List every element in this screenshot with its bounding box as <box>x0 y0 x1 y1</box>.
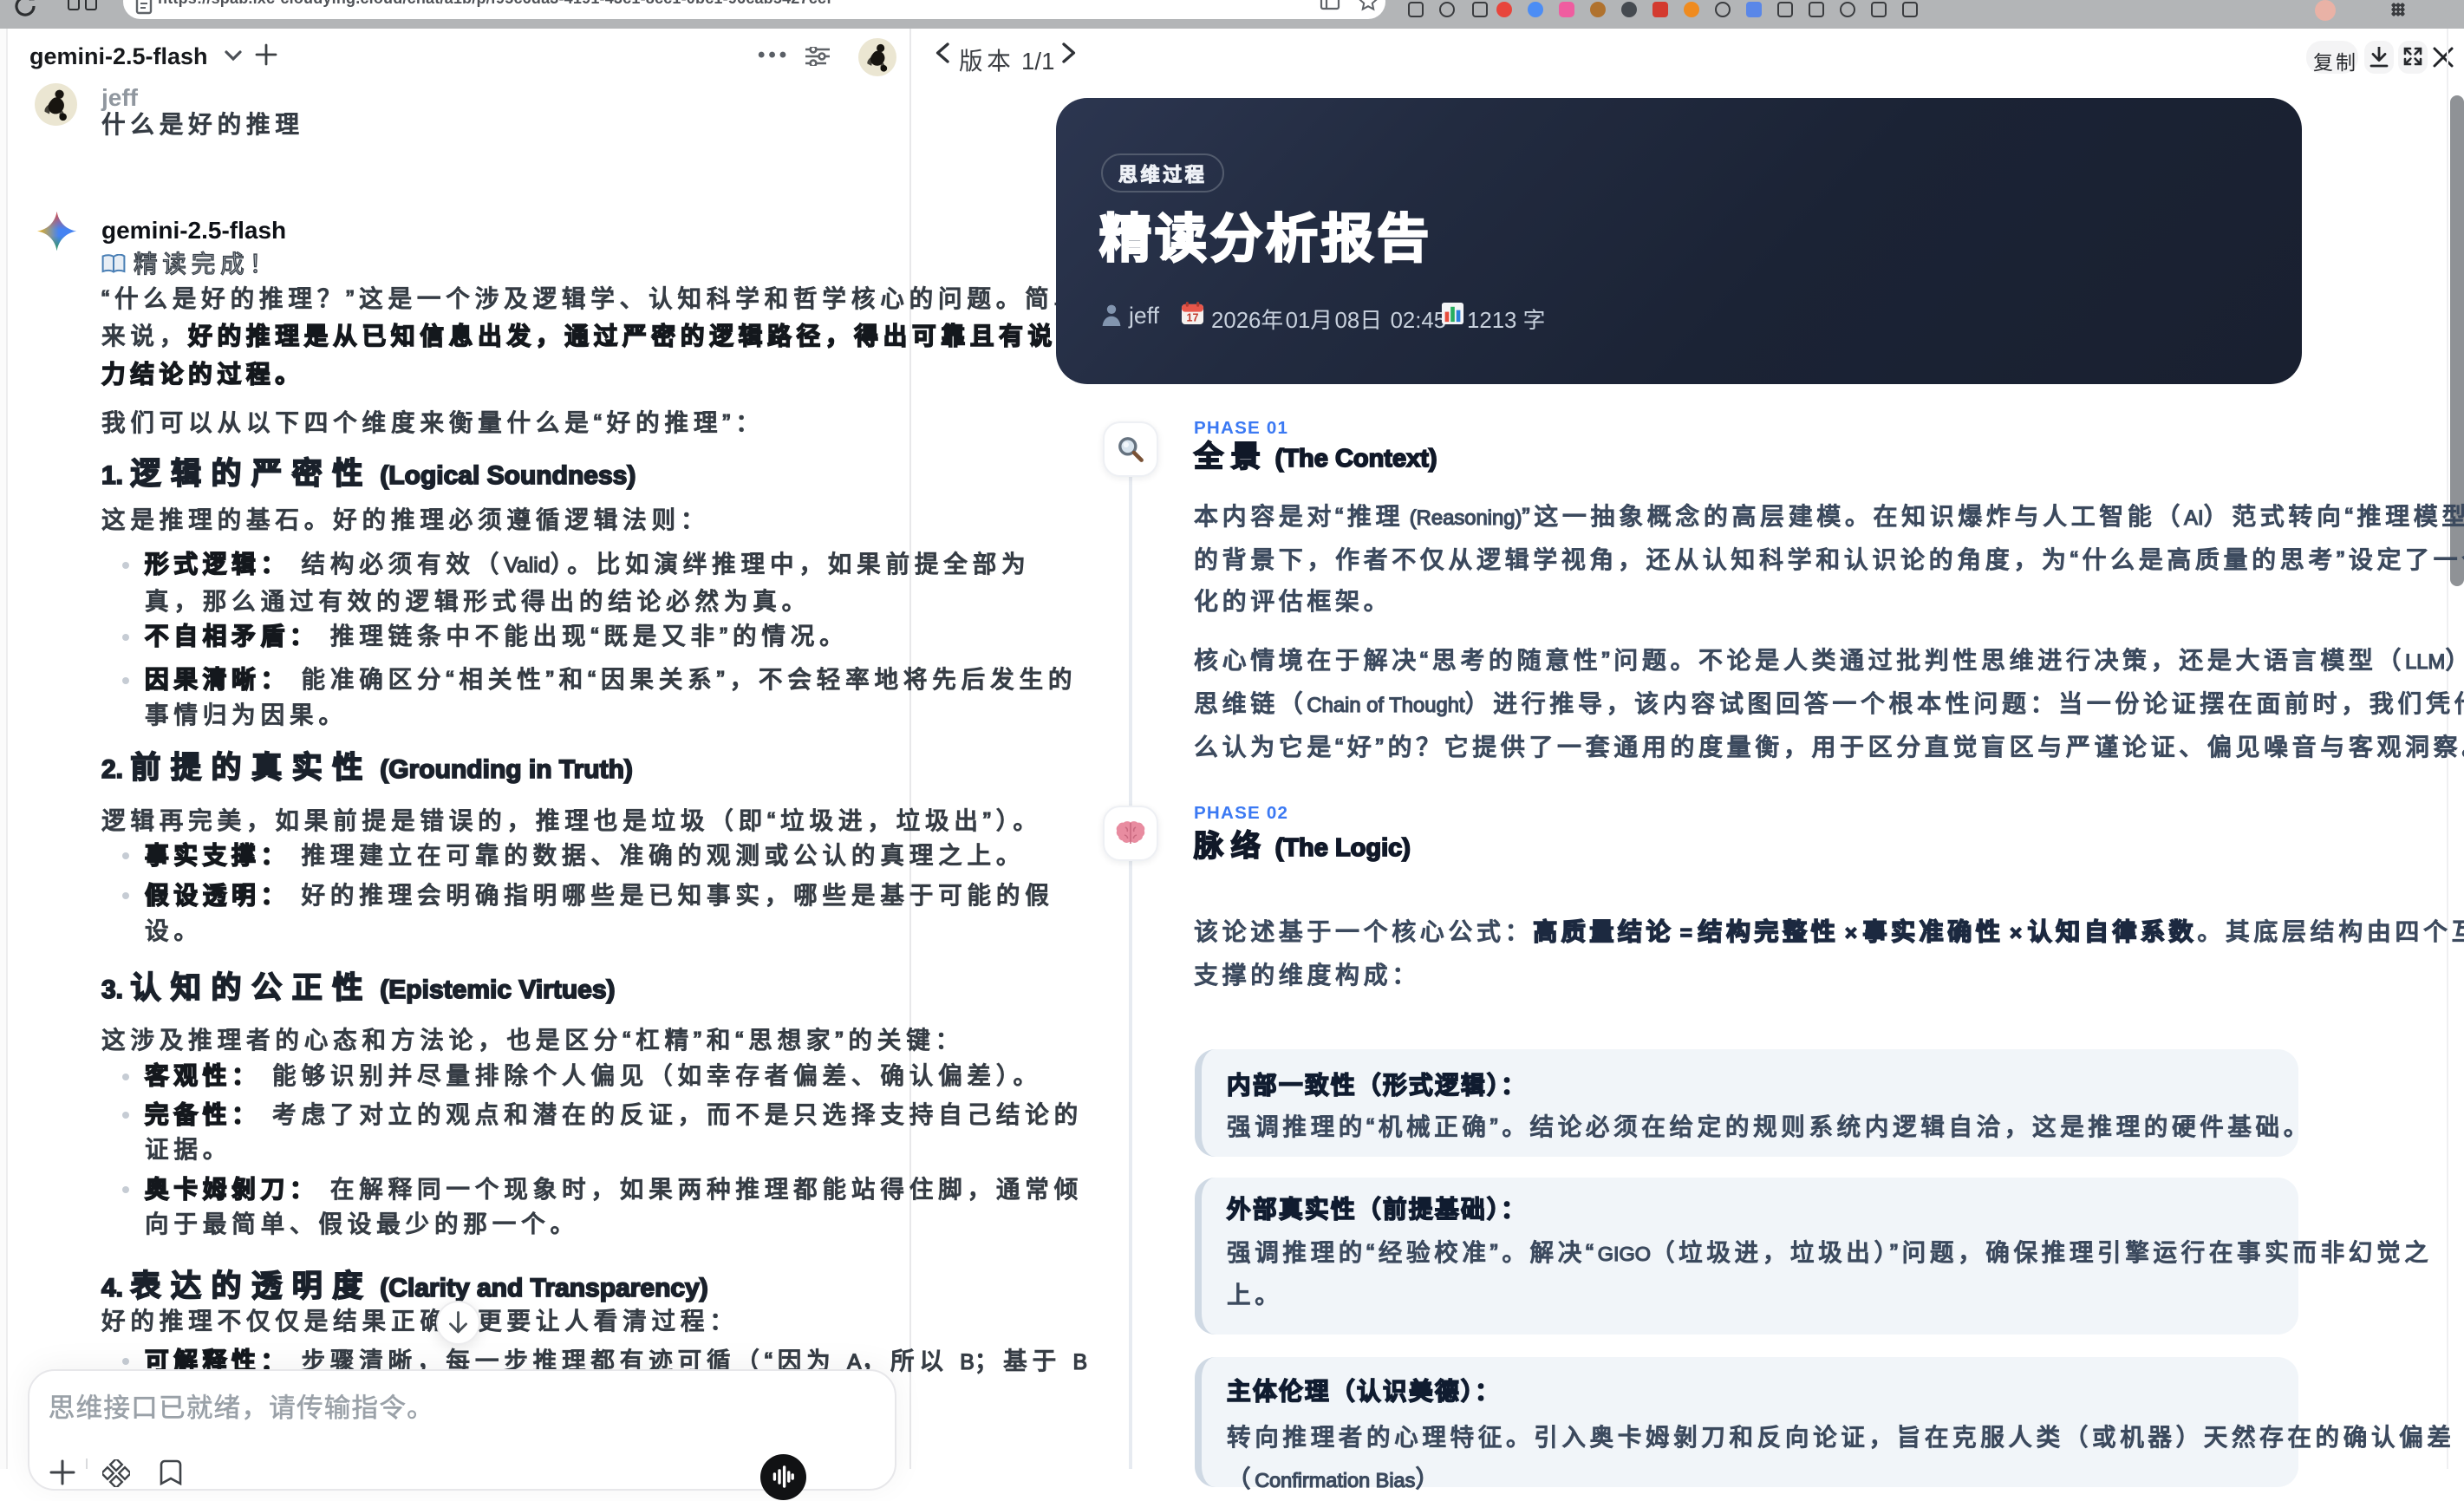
svg-text:17: 17 <box>1187 311 1199 323</box>
